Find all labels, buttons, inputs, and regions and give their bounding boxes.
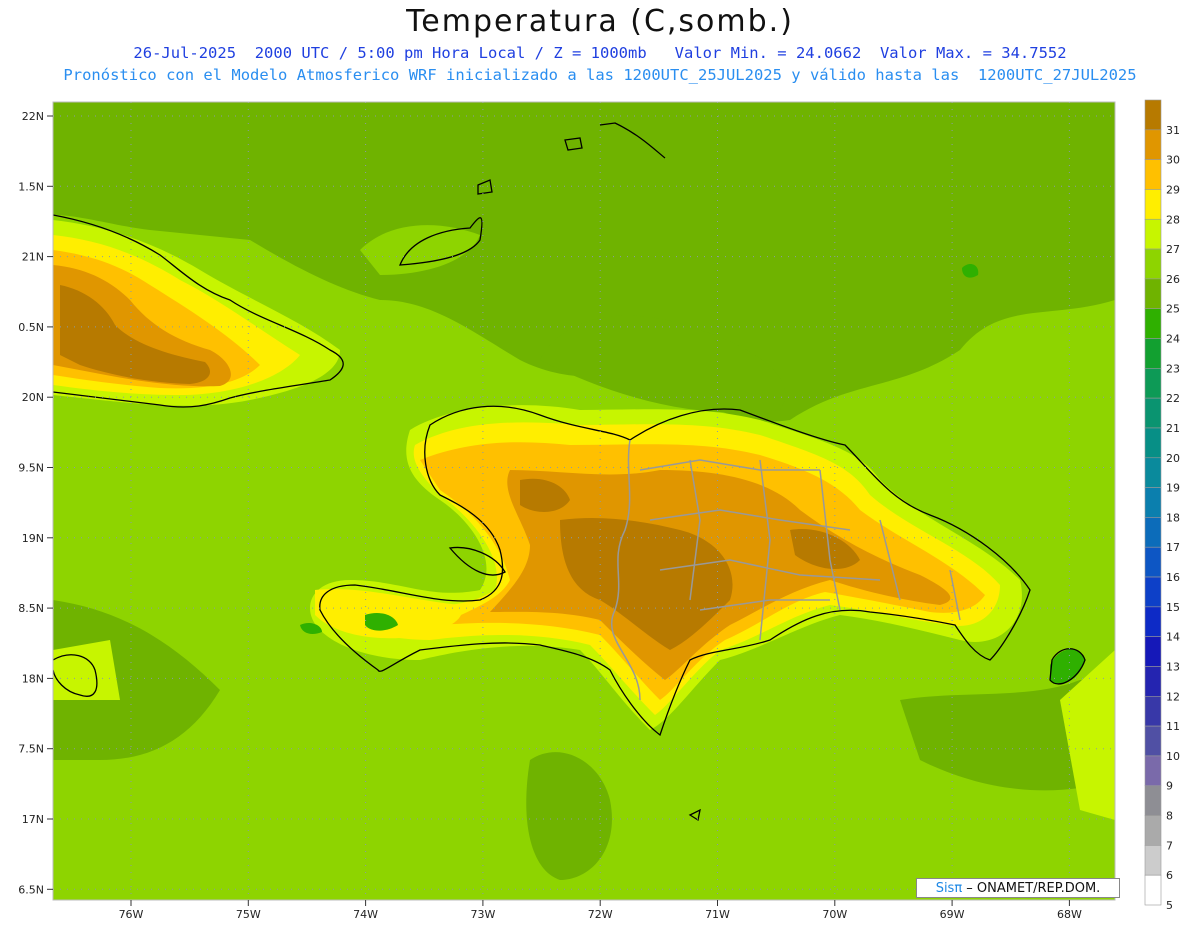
colorbar-label: 30 (1166, 154, 1180, 167)
lon-label: 75W (236, 908, 261, 921)
lon-label: 73W (470, 908, 495, 921)
colorbar-swatch (1144, 338, 1162, 369)
colorbar-swatch (1144, 487, 1162, 518)
lon-label: 71W (705, 908, 730, 921)
colorbar-label: 5 (1166, 899, 1173, 912)
lat-label: 20N (22, 391, 44, 404)
colorbar-label: 28 (1166, 213, 1180, 226)
latitude-labels: 22N 1.5N 21N 0.5N 20N 9.5N 19N 8.5N 18N 7.5N 17N 6.… (18, 110, 53, 896)
sispi-logo: Sisπ (935, 881, 963, 896)
colorbar-label: 11 (1166, 720, 1180, 733)
colorbar-swatch (1144, 546, 1162, 578)
credit-box: Sisπ – ONAMET/REP.DOM. (916, 878, 1120, 898)
colorbar-label: 25 (1166, 303, 1180, 316)
colorbar-label: 18 (1166, 511, 1180, 524)
lat-label: 7.5N (18, 743, 44, 756)
colorbar-swatch (1144, 695, 1162, 727)
colorbar-swatch (1144, 755, 1162, 787)
lon-label: 74W (353, 908, 378, 921)
lat-label: 21N (22, 251, 44, 264)
colorbar-swatch (1144, 725, 1162, 757)
colorbar-label: 8 (1166, 810, 1173, 823)
colorbar-label: 6 (1166, 869, 1173, 882)
lat-label: 6.5N (18, 883, 44, 896)
lat-label: 1.5N (18, 180, 44, 193)
colorbar-swatch (1144, 457, 1162, 488)
colorbar-label: 23 (1166, 362, 1180, 375)
colorbar-swatch (1144, 308, 1162, 339)
colorbar-label: 16 (1166, 571, 1180, 584)
lat-label: 18N (22, 672, 44, 685)
colorbar-label: 19 (1166, 482, 1180, 495)
colorbar-label: 21 (1166, 422, 1180, 435)
lat-label: 9.5N (18, 462, 44, 475)
colorbar-label: 26 (1166, 273, 1180, 286)
map-area: 22N 1.5N 21N 0.5N 20N 9.5N 19N 8.5N 18N 7.5N 17N 6.… (0, 0, 1200, 927)
lon-label: 72W (588, 908, 613, 921)
colorbar-label: 20 (1166, 452, 1180, 465)
colorbar-label: 7 (1166, 839, 1173, 852)
lat-label: 19N (22, 532, 44, 545)
colorbar-swatch (1144, 159, 1162, 190)
colorbar-swatch (1144, 517, 1162, 548)
shaded-field (53, 102, 1115, 900)
colorbar-swatch (1144, 874, 1162, 906)
colorbar-label: 10 (1166, 750, 1180, 763)
colorbar-label: 12 (1166, 690, 1180, 703)
colorbar-label: 13 (1166, 660, 1180, 673)
colorbar-swatch (1144, 845, 1162, 876)
colorbar-swatch (1144, 576, 1162, 608)
colorbar-label: 9 (1166, 780, 1173, 793)
credit-text: – ONAMET/REP.DOM. (962, 881, 1101, 896)
colorbar-label: 17 (1166, 541, 1180, 554)
colorbar-swatch (1144, 666, 1162, 697)
lat-label: 22N (22, 110, 44, 123)
colorbar-label: 27 (1166, 243, 1180, 256)
colorbar-swatch (1144, 427, 1162, 459)
lon-label: 69W (940, 908, 965, 921)
colorbar-label: 22 (1166, 392, 1180, 405)
colorbar-label: 24 (1166, 333, 1180, 346)
temperature-map: 22N 1.5N 21N 0.5N 20N 9.5N 19N 8.5N 18N 7.5N 17N 6.… (18, 99, 1180, 921)
colorbar-label: 14 (1166, 631, 1180, 644)
colorbar-swatch (1144, 218, 1162, 250)
colorbar-swatch (1144, 278, 1162, 310)
colorbar-swatch (1144, 815, 1162, 846)
colorbar-swatch (1144, 606, 1162, 637)
colorbar-swatch (1144, 129, 1162, 160)
colorbar-label: 31 (1166, 124, 1180, 137)
colorbar-swatch (1144, 99, 1162, 131)
colorbar: 31 30 29 28 27 26 25 24 23 22 21 20 19 18 17 16 15 14 13 12… (1144, 99, 1180, 912)
colorbar-swatch (1144, 397, 1162, 429)
field-27-jamaica (53, 640, 120, 700)
lon-label: 70W (822, 908, 847, 921)
lat-label: 0.5N (18, 321, 44, 334)
colorbar-swatch (1144, 189, 1162, 220)
lat-label: 8.5N (18, 602, 44, 615)
lon-label: 68W (1057, 908, 1082, 921)
lat-label: 17N (22, 813, 44, 826)
lon-label: 76W (119, 908, 144, 921)
longitude-labels: 76W 75W 74W 73W 72W 71W 70W 69W 68W (119, 900, 1082, 921)
colorbar-swatch (1144, 785, 1162, 816)
colorbar-swatch (1144, 636, 1162, 667)
colorbar-label: 15 (1166, 601, 1180, 614)
colorbar-swatch (1144, 368, 1162, 399)
colorbar-label: 29 (1166, 183, 1180, 196)
colorbar-swatch (1144, 248, 1162, 280)
